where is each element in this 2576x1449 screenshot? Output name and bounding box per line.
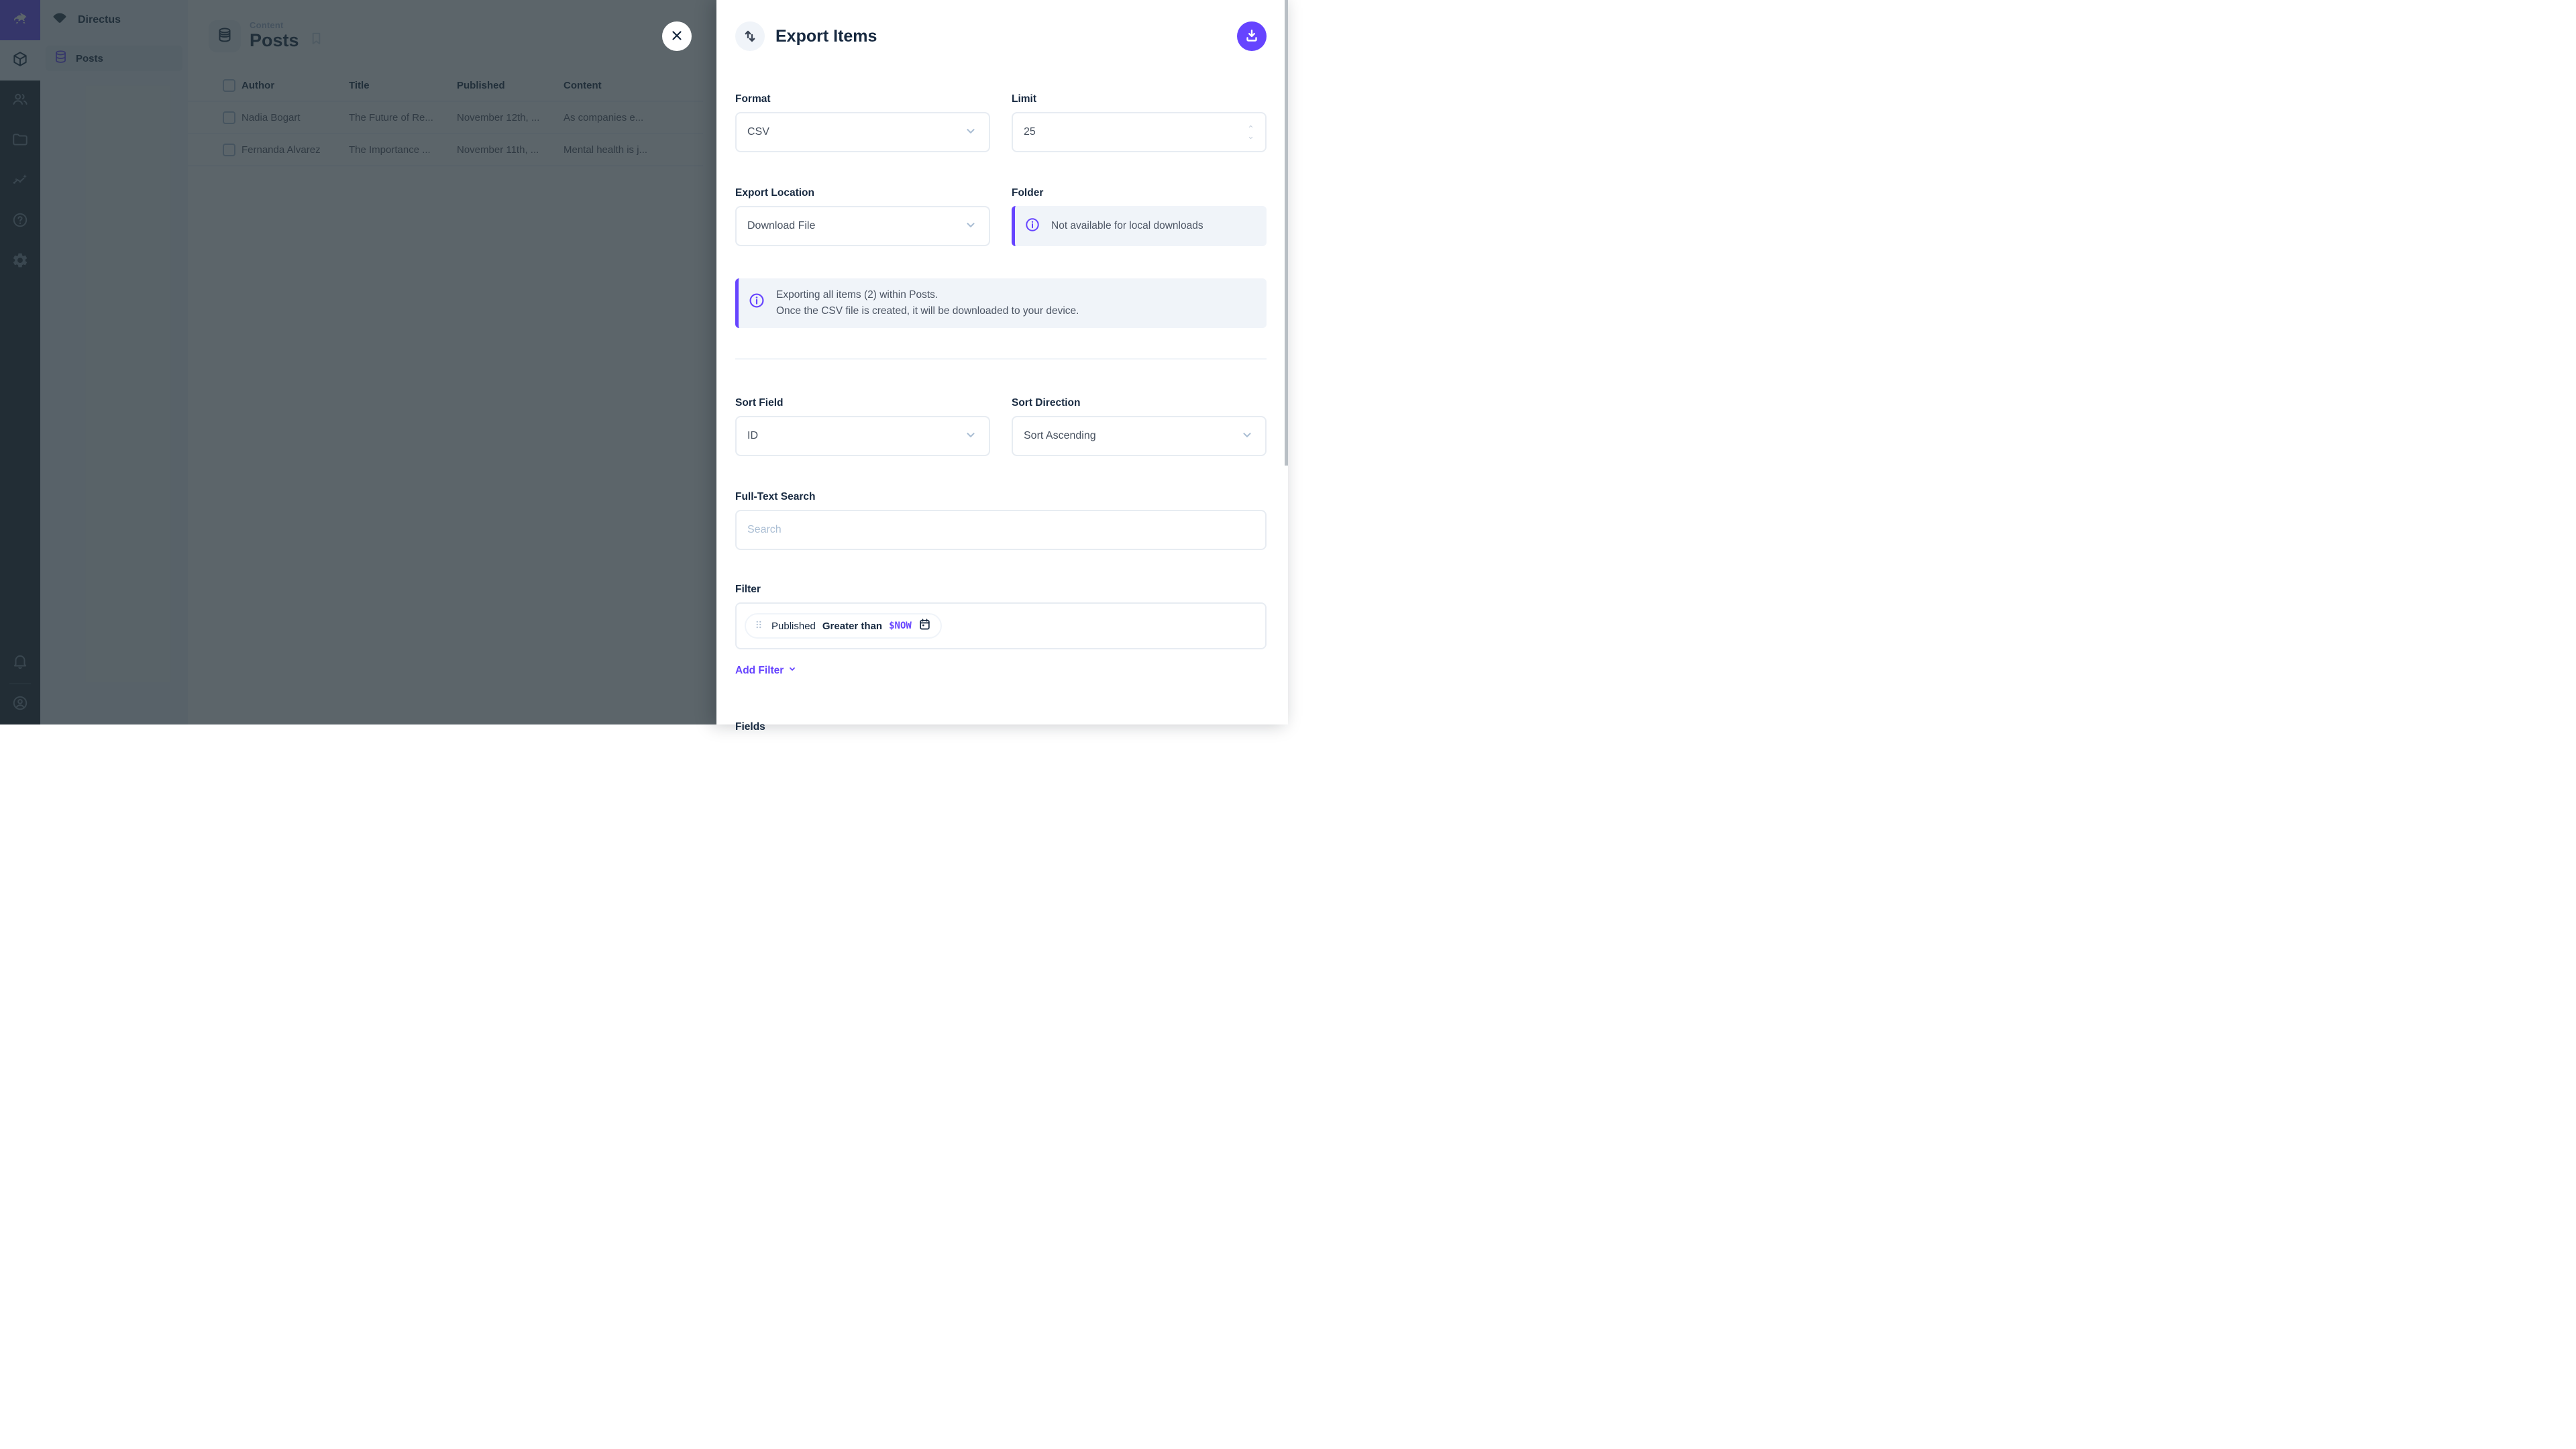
- scrollbar-thumb[interactable]: [1285, 0, 1288, 466]
- app: Directus Posts Content Posts: [0, 0, 1288, 724]
- limit-stepper[interactable]: [1246, 113, 1256, 151]
- info-icon: [1024, 217, 1040, 236]
- export-info-notice: Exporting all items (2) within Posts. On…: [735, 278, 1267, 328]
- limit-label: Limit: [1012, 93, 1267, 107]
- stepper-down-icon: [1246, 135, 1256, 141]
- filter-label: Filter: [735, 584, 1267, 597]
- export-info-line1: Exporting all items (2) within Posts.: [776, 287, 1079, 303]
- drawer-body: Format CSV Limit: [716, 93, 1288, 735]
- folder-field: Folder Not available for local downloads: [1012, 187, 1267, 246]
- sort-direction-select[interactable]: Sort Ascending: [1012, 416, 1267, 456]
- download-icon: [1244, 28, 1260, 46]
- sort-field-select[interactable]: ID: [735, 416, 990, 456]
- search-field: Full-Text Search: [735, 491, 1267, 550]
- format-field: Format CSV: [735, 93, 990, 152]
- filter-rule[interactable]: Published Greater than $NOW: [745, 613, 942, 639]
- drawer-title: Export Items: [775, 27, 877, 46]
- sort-field-label: Sort Field: [735, 397, 990, 411]
- calendar-icon[interactable]: [918, 618, 931, 634]
- export-location-field: Export Location Download File: [735, 187, 990, 246]
- folder-notice: Not available for local downloads: [1012, 206, 1267, 246]
- folder-label: Folder: [1012, 187, 1267, 201]
- modal-overlay[interactable]: [0, 0, 716, 724]
- chevron-down-icon: [1240, 427, 1254, 445]
- limit-field: Limit: [1012, 93, 1267, 152]
- search-input[interactable]: [735, 510, 1267, 550]
- import-export-icon: [735, 21, 765, 51]
- chevron-down-icon: [963, 217, 978, 235]
- search-label: Full-Text Search: [735, 491, 1267, 504]
- folder-notice-text: Not available for local downloads: [1051, 220, 1203, 232]
- filter-rule-field[interactable]: Published: [771, 621, 816, 632]
- info-icon: [748, 292, 765, 315]
- sort-field-field: Sort Field ID: [735, 397, 990, 456]
- sort-direction-label: Sort Direction: [1012, 397, 1267, 411]
- close-button[interactable]: [662, 21, 692, 51]
- stepper-up-icon: [1246, 123, 1256, 129]
- filter-rule-value[interactable]: $NOW: [889, 621, 912, 631]
- sort-direction-field: Sort Direction Sort Ascending: [1012, 397, 1267, 456]
- section-divider: [735, 358, 1267, 360]
- chevron-down-icon: [963, 123, 978, 142]
- page-scrollbar[interactable]: [1285, 0, 1288, 724]
- close-icon: [669, 28, 684, 45]
- export-location-value: Download File: [747, 220, 815, 232]
- format-select[interactable]: CSV: [735, 112, 990, 152]
- export-location-label: Export Location: [735, 187, 990, 201]
- fields-label: Fields: [735, 721, 1267, 735]
- drawer-header: Export Items: [716, 0, 1288, 51]
- filter-box: Published Greater than $NOW: [735, 602, 1267, 649]
- sort-field-value: ID: [747, 430, 758, 442]
- download-button[interactable]: [1237, 21, 1267, 51]
- sort-direction-value: Sort Ascending: [1024, 430, 1096, 442]
- chevron-down-icon: [963, 427, 978, 445]
- format-value: CSV: [747, 126, 769, 138]
- export-location-select[interactable]: Download File: [735, 206, 990, 246]
- limit-input-wrap: [1012, 112, 1267, 152]
- chevron-down-icon: [786, 663, 798, 678]
- filter-field: Filter Published Greater than $NOW: [735, 584, 1267, 678]
- export-drawer: Export Items Format CSV: [716, 0, 1288, 724]
- filter-rule-operator[interactable]: Greater than: [822, 621, 882, 632]
- limit-input[interactable]: [1013, 113, 1265, 151]
- add-filter-label: Add Filter: [735, 665, 784, 677]
- export-info-line2: Once the CSV file is created, it will be…: [776, 303, 1079, 319]
- format-label: Format: [735, 93, 990, 107]
- export-info-text: Exporting all items (2) within Posts. On…: [776, 287, 1079, 319]
- drag-handle-icon[interactable]: [753, 619, 765, 634]
- add-filter-button[interactable]: Add Filter: [735, 663, 798, 678]
